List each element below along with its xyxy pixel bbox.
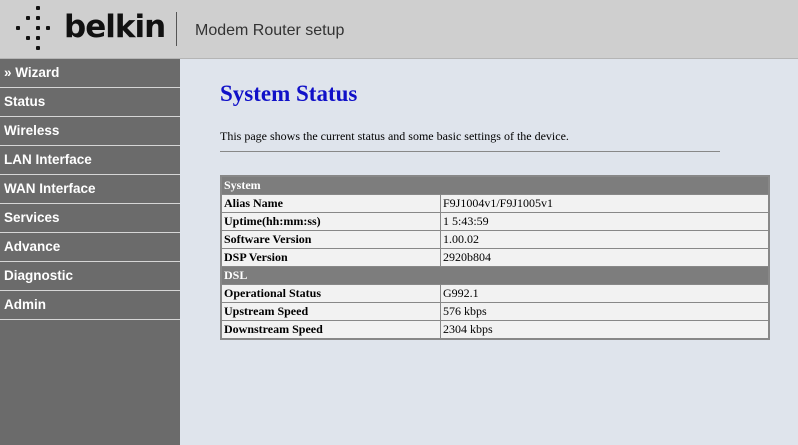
header-divider (176, 12, 177, 46)
row-value: G992.1 (441, 285, 768, 302)
sidebar-item-diagnostic[interactable]: Diagnostic (0, 262, 180, 291)
row-value: 2304 kbps (441, 321, 768, 338)
table-row: Alias Name F9J1004v1/F9J1005v1 (222, 195, 768, 212)
row-label: Uptime(hh:mm:ss) (222, 213, 440, 230)
header-title: Modem Router setup (195, 22, 345, 39)
table-row: Upstream Speed 576 kbps (222, 303, 768, 320)
section-title: DSL (222, 267, 768, 284)
section-header-dsl: DSL (222, 267, 768, 284)
row-label: Alias Name (222, 195, 440, 212)
belkin-logo-icon (16, 6, 60, 50)
divider (220, 151, 720, 152)
table-row: Uptime(hh:mm:ss) 1 5:43:59 (222, 213, 768, 230)
row-value: 1 5:43:59 (441, 213, 768, 230)
sidebar-item-status[interactable]: Status (0, 88, 180, 117)
section-title: System (222, 177, 768, 194)
row-value: 576 kbps (441, 303, 768, 320)
table-row: Software Version 1.00.02 (222, 231, 768, 248)
sidebar-item-lan-interface[interactable]: LAN Interface (0, 146, 180, 175)
table-row: DSP Version 2920b804 (222, 249, 768, 266)
header: belkin Modem Router setup (0, 0, 798, 59)
brand-logo: belkin (64, 9, 166, 45)
sidebar: » Wizard Status Wireless LAN Interface W… (0, 59, 180, 445)
table-row: Downstream Speed 2304 kbps (222, 321, 768, 338)
sidebar-item-wan-interface[interactable]: WAN Interface (0, 175, 180, 204)
sidebar-item-wireless[interactable]: Wireless (0, 117, 180, 146)
table-row: Operational Status G992.1 (222, 285, 768, 302)
sidebar-item-wizard[interactable]: » Wizard (0, 59, 180, 88)
sidebar-item-admin[interactable]: Admin (0, 291, 180, 320)
row-label: Downstream Speed (222, 321, 440, 338)
status-table: System Alias Name F9J1004v1/F9J1005v1 Up… (220, 175, 770, 340)
row-value: F9J1004v1/F9J1005v1 (441, 195, 768, 212)
row-value: 2920b804 (441, 249, 768, 266)
section-header-system: System (222, 177, 768, 194)
row-label: Software Version (222, 231, 440, 248)
row-label: Upstream Speed (222, 303, 440, 320)
page-title: System Status (220, 81, 358, 106)
row-value: 1.00.02 (441, 231, 768, 248)
row-label: DSP Version (222, 249, 440, 266)
page-description: This page shows the current status and s… (220, 129, 569, 143)
row-label: Operational Status (222, 285, 440, 302)
sidebar-item-advance[interactable]: Advance (0, 233, 180, 262)
sidebar-item-services[interactable]: Services (0, 204, 180, 233)
